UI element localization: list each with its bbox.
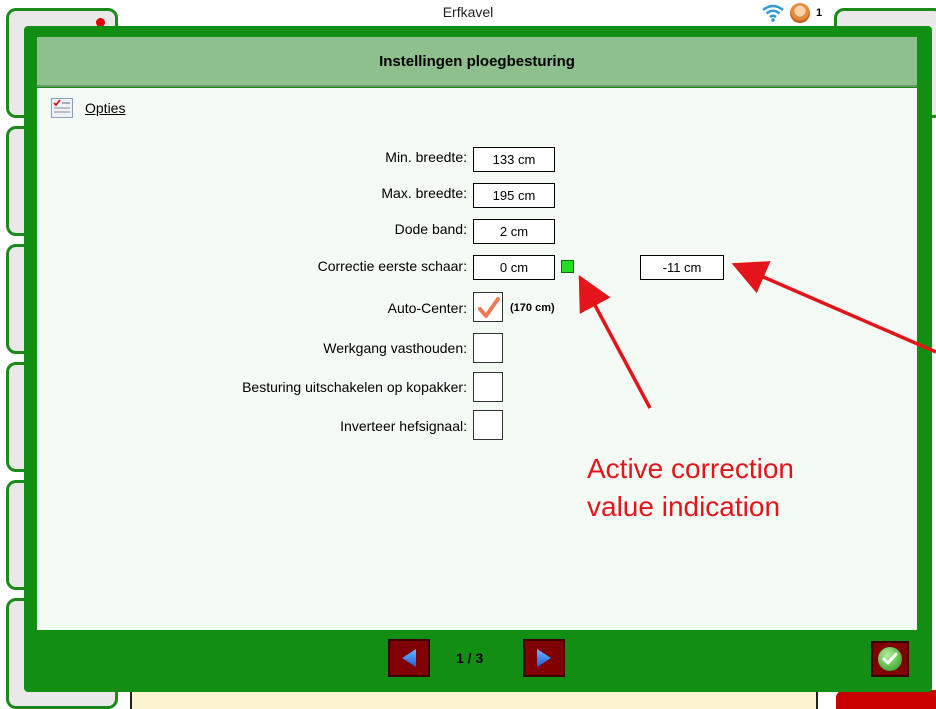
next-page-button[interactable]: [523, 639, 565, 677]
confirm-button[interactable]: [871, 641, 909, 677]
annotation-line-1: Active correction: [587, 453, 794, 484]
wifi-icon: [762, 4, 784, 22]
options-section[interactable]: Opties: [51, 98, 125, 118]
correctie-input[interactable]: 0 cm: [473, 255, 555, 280]
active-correction-indicator: [561, 260, 574, 273]
auto-center-width: (170 cm): [510, 302, 555, 314]
min-breedte-input[interactable]: 133 cm: [473, 147, 555, 172]
dode-band-input[interactable]: 2 cm: [473, 219, 555, 244]
dialog-body: Opties Min. breedte: 133 cm Max. breedte…: [37, 88, 917, 630]
arrow-left-icon: [402, 649, 416, 667]
status-area: 1: [762, 3, 822, 23]
gps-icon: [790, 3, 810, 23]
besturing-label: Besturing uitschakelen op kopakker:: [242, 379, 467, 395]
max-breedte-label: Max. breedte:: [381, 185, 467, 201]
correctie-label: Correctie eerste schaar:: [317, 258, 467, 274]
correctie-active-value: -11 cm: [640, 255, 724, 280]
checklist-icon: [51, 98, 73, 118]
status-count: 1: [816, 7, 823, 19]
werkgang-label: Werkgang vasthouden:: [323, 340, 467, 356]
bottom-right-red-button[interactable]: [836, 690, 936, 709]
confirm-check-icon: [878, 647, 902, 671]
page-indicator: 1 / 3: [456, 650, 484, 666]
min-breedte-label: Min. breedte:: [385, 149, 467, 165]
auto-center-checkbox[interactable]: [473, 292, 503, 322]
annotation-text: Active correction value indication: [587, 450, 794, 526]
previous-page-button[interactable]: [388, 639, 430, 677]
besturing-checkbox[interactable]: [473, 372, 503, 402]
auto-center-label: Auto-Center:: [387, 300, 467, 316]
max-breedte-input[interactable]: 195 cm: [473, 183, 555, 208]
dode-band-label: Dode band:: [394, 221, 467, 237]
dialog-title: Instellingen ploegbesturing: [37, 37, 917, 87]
checkmark-icon: [478, 297, 500, 318]
werkgang-checkbox[interactable]: [473, 333, 503, 363]
settings-dialog: Instellingen ploegbesturing Opties Min. …: [24, 26, 932, 692]
inverteer-label: Inverteer hefsignaal:: [340, 418, 467, 434]
inverteer-checkbox[interactable]: [473, 410, 503, 440]
app-title: Erfkavel: [442, 4, 494, 20]
options-section-label: Opties: [85, 100, 126, 116]
annotation-line-2: value indication: [587, 491, 781, 522]
arrow-right-icon: [537, 649, 551, 667]
